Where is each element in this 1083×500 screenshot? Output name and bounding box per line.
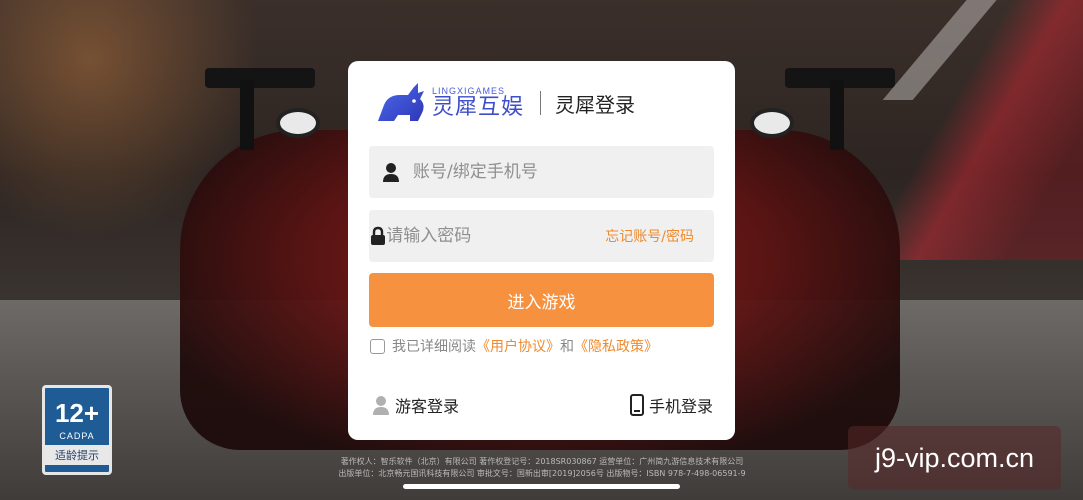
copyright-info: 著作权人：智乐软件（北京）有限公司 著作权登记号：2018SR030867 运营… — [292, 456, 792, 480]
dialog-title: 灵犀登录 — [555, 92, 636, 117]
car-mirror-left — [276, 108, 320, 138]
account-input[interactable] — [413, 146, 714, 198]
password-field[interactable]: 忘记账号/密码 — [369, 210, 714, 262]
rhino-logo-icon — [374, 81, 428, 125]
car-wing-post — [830, 80, 844, 150]
enter-game-button[interactable]: 进入游戏 — [369, 273, 714, 327]
phone-login-button[interactable]: 手机登录 — [629, 393, 713, 417]
agreement-row: 我已详细阅读 《用户协议》 和 《隐私政策》 — [370, 336, 658, 356]
age-rating-org: CADPA — [59, 431, 95, 441]
car-wing-post — [240, 80, 254, 150]
phone-login-label: 手机登录 — [648, 397, 713, 416]
car-wing-left — [205, 68, 315, 88]
agreement-and: 和 — [560, 339, 574, 355]
guest-login-button[interactable]: 游客登录 — [372, 393, 459, 417]
brand-header: LINGXIGAMES 灵犀互娱 灵犀登录 — [374, 73, 635, 133]
account-field[interactable] — [369, 146, 714, 198]
age-rating-number: 12+ — [54, 398, 100, 428]
password-input[interactable] — [386, 210, 606, 262]
brand-logo-name: 灵犀互娱 — [432, 95, 525, 120]
agreement-prefix: 我已详细阅读 — [392, 339, 476, 355]
lock-icon — [369, 226, 386, 246]
alternate-login-actions: 游客登录 手机登录 — [372, 393, 713, 417]
watermark-text: j9-vip.com.cn — [848, 426, 1061, 490]
brand-divider — [540, 91, 542, 115]
copyright-line: 出版单位：北京畅元国讯科技有限公司 审批文号：国新出审[2019]2056号 出… — [338, 469, 746, 478]
guest-user-icon — [372, 395, 390, 415]
brand-logo-text: LINGXIGAMES 灵犀互娱 — [432, 86, 524, 120]
home-indicator[interactable] — [403, 484, 680, 489]
car-mirror-right — [750, 108, 794, 138]
user-agreement-link[interactable]: 《用户协议》 — [476, 336, 560, 356]
privacy-policy-link[interactable]: 《隐私政策》 — [574, 336, 658, 356]
guest-login-label: 游客登录 — [395, 397, 460, 416]
agreement-checkbox[interactable] — [370, 338, 385, 354]
age-rating-tip: 适龄提示 — [45, 445, 109, 465]
login-dialog: LINGXIGAMES 灵犀互娱 灵犀登录 忘记账号/密码 进入游戏 我已详细阅… — [348, 61, 735, 440]
user-icon — [369, 162, 413, 182]
forgot-account-password-link[interactable]: 忘记账号/密码 — [605, 226, 694, 246]
age-rating-badge: 12+ CADPA 适龄提示 — [42, 385, 112, 475]
phone-icon — [629, 394, 644, 416]
copyright-line: 著作权人：智乐软件（北京）有限公司 著作权登记号：2018SR030867 运营… — [340, 457, 744, 466]
